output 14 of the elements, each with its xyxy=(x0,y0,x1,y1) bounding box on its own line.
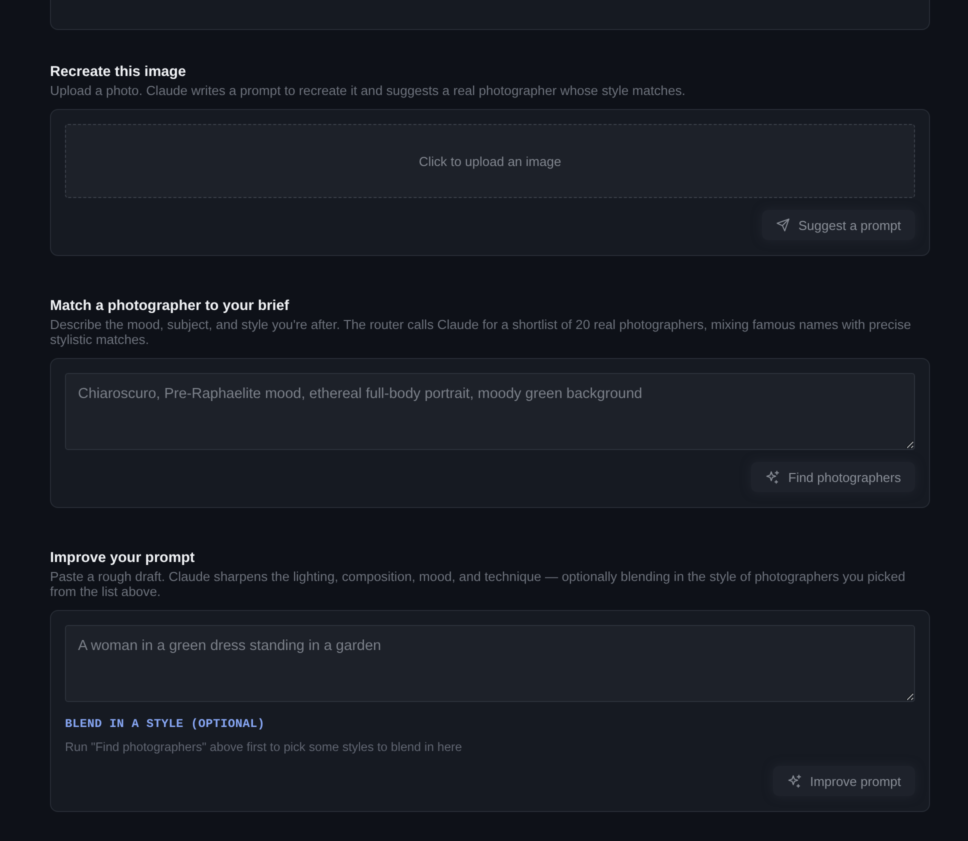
section-title: Improve your prompt xyxy=(50,549,196,568)
upload-dropzone[interactable]: Click to upload an image xyxy=(65,124,915,198)
blend-hint: Run "Find photographers" above first to pick some styles to blend in here xyxy=(65,740,463,755)
section-description: Paste a rough draft. Claude sharpens the lighting, composition, mood, and technique — optionally blending in the style of photographers you picked from the list above. xyxy=(50,569,906,599)
section-description: Upload a photo. Claude writes a prompt to recreate it and suggests a real photographer whose style matches. xyxy=(50,83,686,98)
section-description: Describe the mood, subject, and style you're after. The router calls Claude for a shortlist of 20 real photographers, mixing famous names with precise stylistic matches. xyxy=(50,317,912,347)
sparkle-icon xyxy=(765,470,780,484)
section-title: Match a photographer to your brief xyxy=(50,297,290,316)
blend-label: BLEND IN A STYLE (OPTIONAL) xyxy=(65,717,266,732)
section-title: Recreate this image xyxy=(50,63,187,82)
prompt-field[interactable]: Chiaroscuro, Pre-Raphaelite mood, ethereal full-body portrait, moody green background xyxy=(65,373,915,450)
send-icon xyxy=(776,218,790,232)
prompt-field[interactable]: A woman in a green dress standing in a garden xyxy=(65,625,915,702)
sparkle-icon xyxy=(786,774,802,788)
